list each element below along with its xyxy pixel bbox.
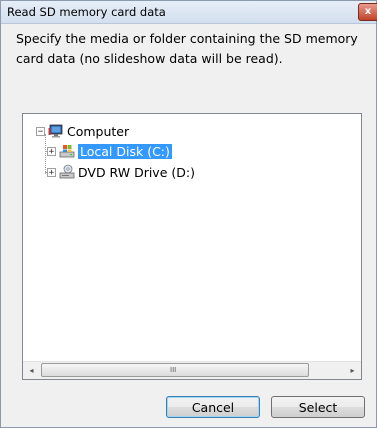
window-title: Read SD memory card data <box>7 5 166 19</box>
expand-icon[interactable]: + <box>47 167 56 177</box>
collapse-icon[interactable]: − <box>36 126 45 136</box>
select-button[interactable]: Select <box>271 396 365 418</box>
tree-item-label: Computer <box>67 123 130 139</box>
horizontal-scrollbar[interactable]: ◂ III ▸ <box>23 361 361 379</box>
title-bar[interactable]: Read SD memory card data x <box>1 1 377 24</box>
close-button[interactable]: x <box>358 3 377 21</box>
scroll-right-icon[interactable]: ▸ <box>344 362 361 379</box>
expand-icon[interactable]: + <box>47 146 56 156</box>
grip-icon: III <box>170 366 177 374</box>
cancel-button[interactable]: Cancel <box>166 396 260 418</box>
tree-item-dvd-drive[interactable]: + DVD RW Drive (D:) <box>47 163 195 181</box>
dvd-drive-icon <box>59 164 75 180</box>
computer-icon <box>48 123 64 139</box>
tree-item-label: DVD RW Drive (D:) <box>78 164 195 180</box>
tree-connector-line <box>45 134 46 174</box>
close-icon: x <box>364 6 372 17</box>
local-disk-icon <box>59 143 75 159</box>
folder-tree[interactable]: − Computer + Local Disk (C:) + DVD RW Dr… <box>22 113 362 380</box>
instructions-text: Specify the media or folder containing t… <box>16 31 358 66</box>
tree-item-local-disk[interactable]: + Local Disk (C:) <box>47 142 172 160</box>
tree-item-label: Local Disk (C:) <box>78 143 172 159</box>
scroll-thumb[interactable]: III <box>41 363 309 377</box>
scroll-left-icon[interactable]: ◂ <box>23 362 40 379</box>
tree-item-computer[interactable]: − Computer <box>36 122 129 140</box>
